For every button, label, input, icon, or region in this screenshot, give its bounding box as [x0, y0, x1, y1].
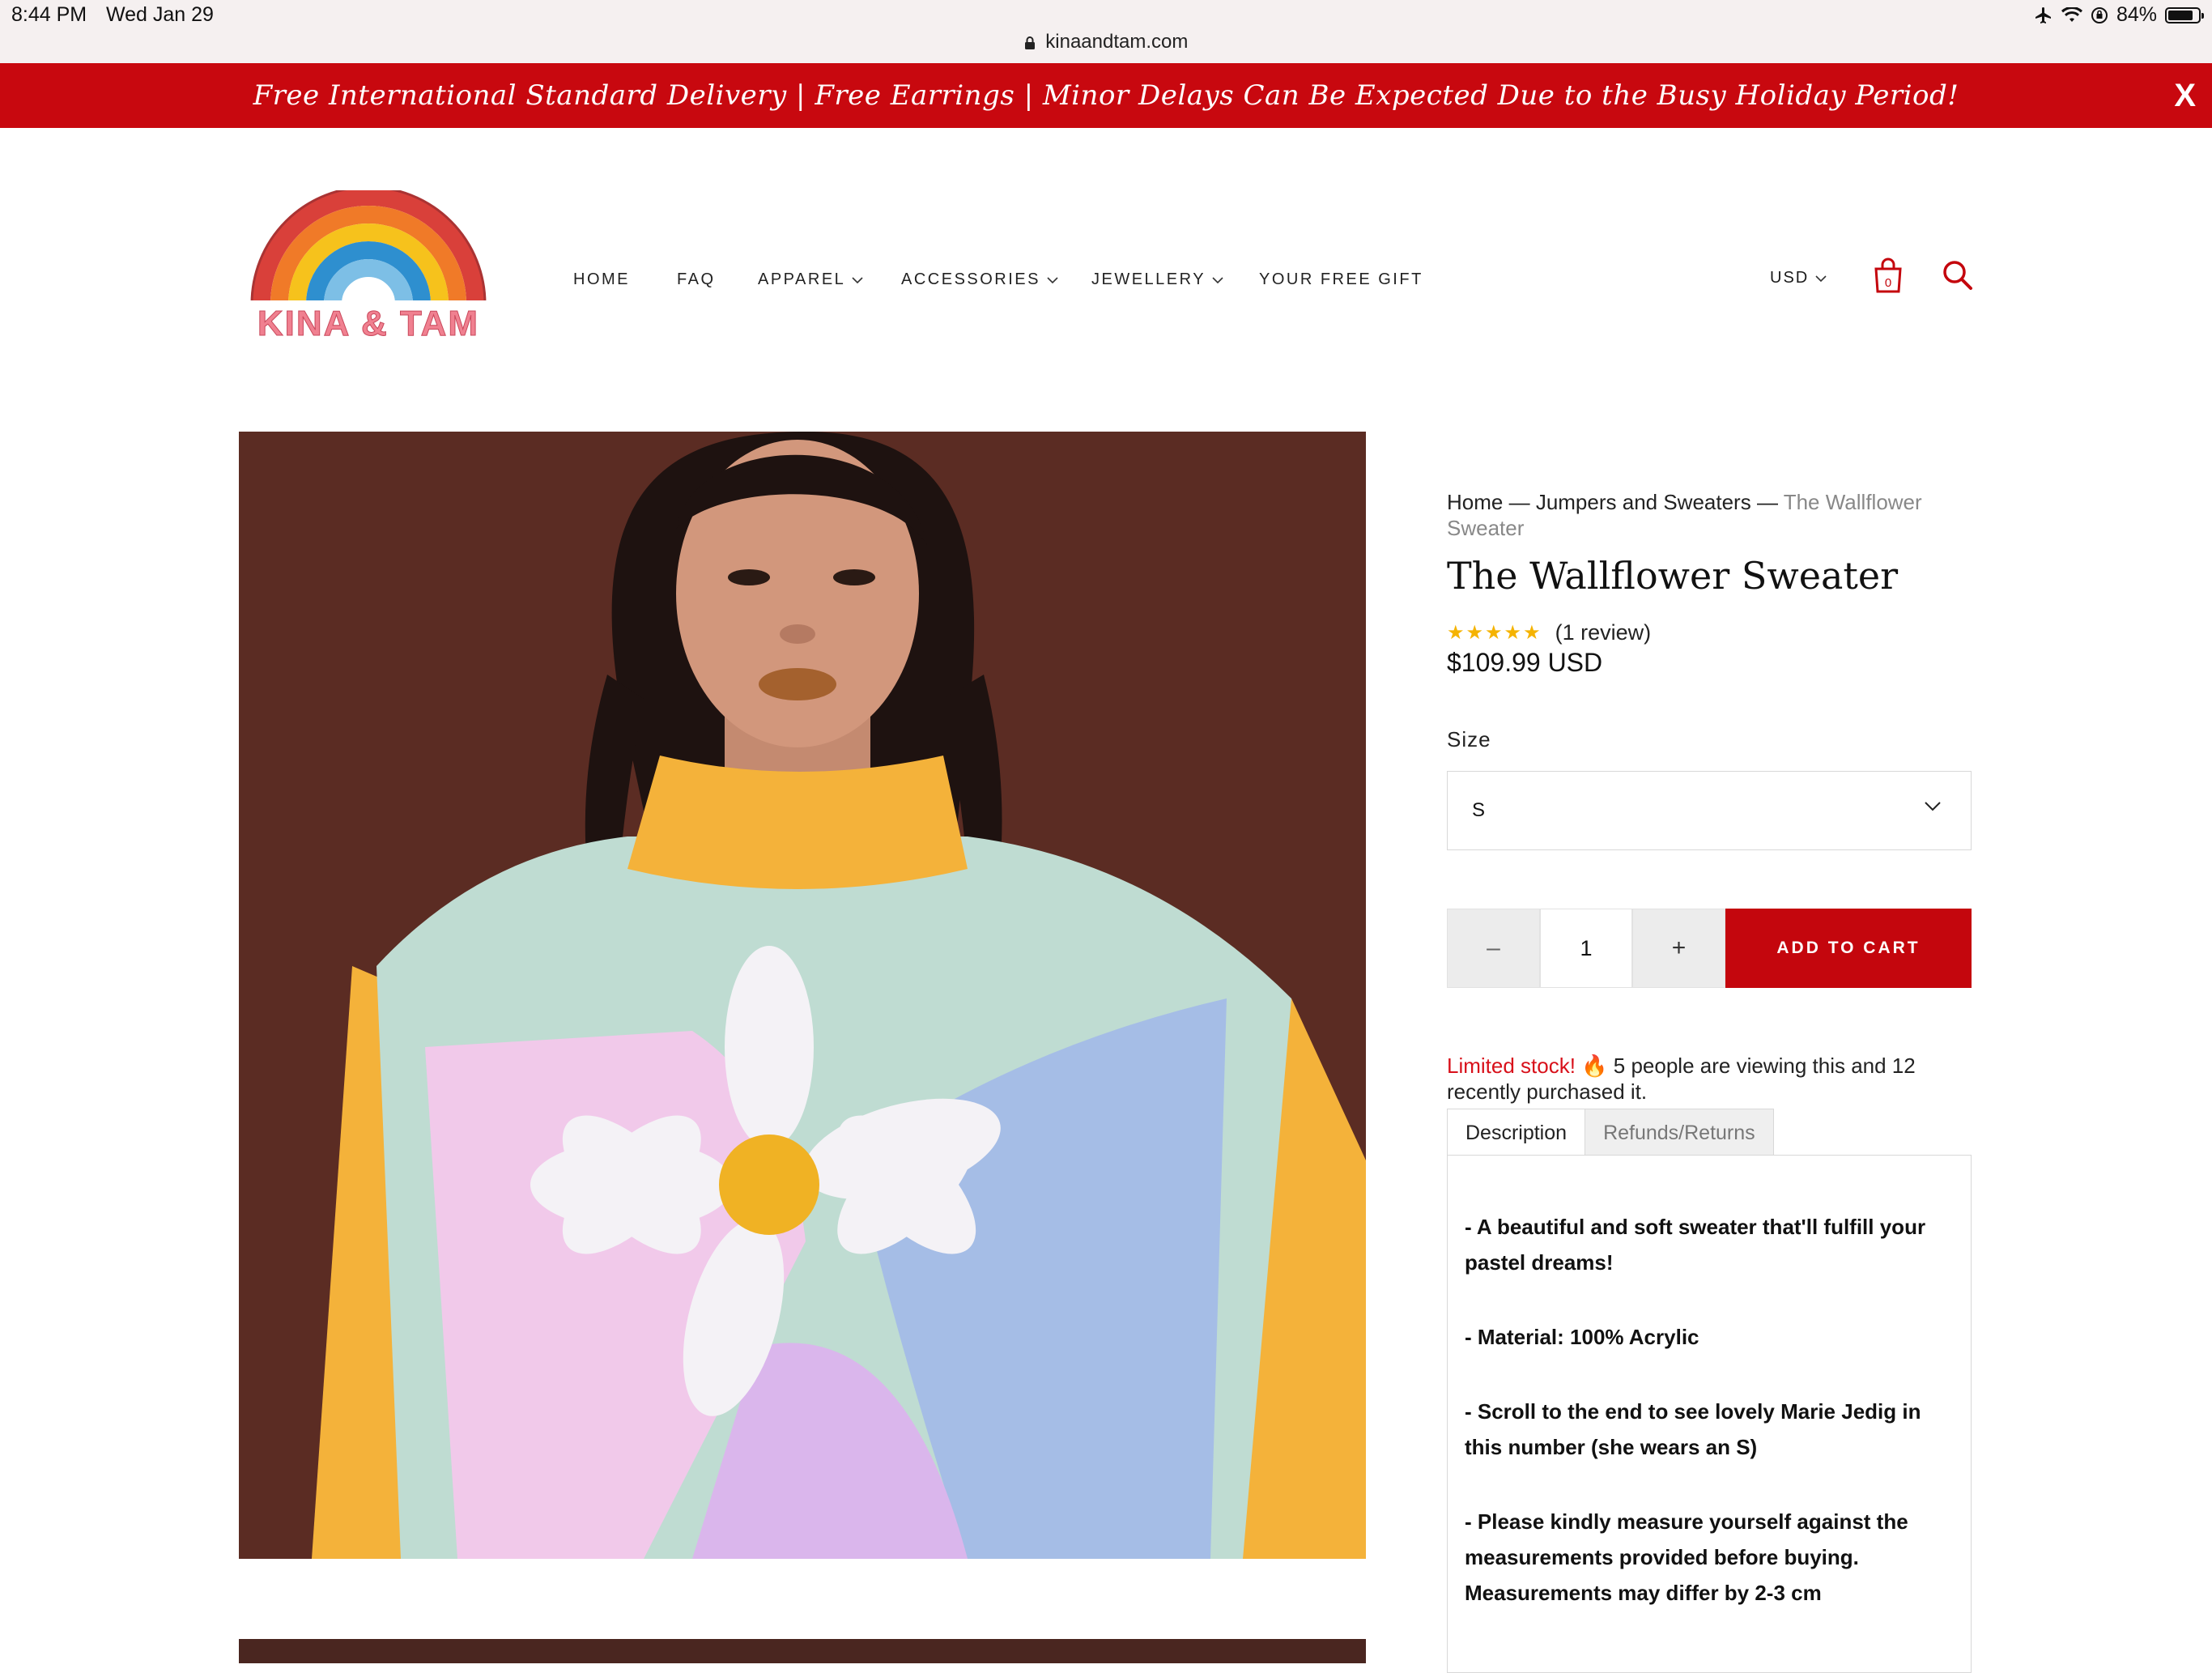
- description-line: - Scroll to the end to see lovely Marie …: [1465, 1399, 1921, 1459]
- breadcrumb-separator: —: [1503, 490, 1536, 514]
- breadcrumb-home[interactable]: Home: [1447, 490, 1503, 514]
- add-to-cart-button[interactable]: ADD TO CART: [1725, 909, 1972, 988]
- promo-close-button[interactable]: X: [2174, 63, 2196, 128]
- description-line: - A beautiful and soft sweater that'll f…: [1465, 1215, 1926, 1275]
- nav-jewellery[interactable]: JEWELLERY: [1091, 270, 1223, 289]
- site-logo[interactable]: KINA & TAM: [247, 190, 490, 352]
- nav-faq[interactable]: FAQ: [677, 270, 716, 289]
- breadcrumb-category[interactable]: Jumpers and Sweaters: [1536, 490, 1751, 514]
- nav-home-label: HOME: [573, 270, 630, 288]
- product-rating[interactable]: ★★★★★ (1 review): [1447, 620, 1651, 645]
- url-text: kinaandtam.com: [1045, 31, 1189, 53]
- size-select[interactable]: S: [1447, 771, 1972, 850]
- review-count[interactable]: (1 review): [1555, 620, 1652, 645]
- description-panel: - A beautiful and soft sweater that'll f…: [1447, 1155, 1972, 1673]
- chevron-down-icon: [1925, 802, 1941, 811]
- product-image[interactable]: [239, 432, 1366, 1559]
- breadcrumb: Home — Jumpers and Sweaters — The Wallfl…: [1447, 489, 1973, 541]
- quantity-input[interactable]: 1: [1540, 909, 1632, 988]
- product-image-2[interactable]: [239, 1639, 1366, 1663]
- battery-icon: [2165, 6, 2204, 23]
- wifi-icon: [2061, 6, 2082, 22]
- limited-stock-label: Limited stock!: [1447, 1054, 1576, 1078]
- orientation-lock-icon: [2091, 6, 2108, 23]
- nav-accessories-label: ACCESSORIES: [901, 270, 1040, 288]
- tab-description[interactable]: Description: [1447, 1109, 1586, 1156]
- product-tabs: Description Refunds/Returns: [1447, 1109, 1774, 1156]
- currency-selector[interactable]: USD: [1770, 269, 1827, 287]
- product-photo: [239, 432, 1366, 1559]
- battery-percent: 84%: [2116, 3, 2157, 26]
- description-line: - Please kindly measure yourself against…: [1465, 1509, 1908, 1605]
- promo-text: Free International Standard Delivery | F…: [253, 79, 1959, 112]
- status-icons: 84%: [2034, 3, 2204, 27]
- status-time: 8:44 PM: [11, 3, 87, 26]
- description-text: - A beautiful and soft sweater that'll f…: [1465, 1209, 1959, 1650]
- nav-jewellery-label: JEWELLERY: [1091, 270, 1206, 288]
- chevron-down-icon: [1212, 276, 1223, 283]
- fire-icon: 🔥: [1581, 1054, 1608, 1078]
- search-icon[interactable]: [1942, 259, 1974, 292]
- star-rating-icon: ★★★★★: [1447, 622, 1542, 644]
- nav-apparel-label: APPAREL: [758, 270, 846, 288]
- size-value: S: [1472, 799, 1486, 821]
- chevron-down-icon: [852, 276, 863, 283]
- address-bar[interactable]: kinaandtam.com: [0, 31, 2212, 53]
- nav-free-gift-label: YOUR FREE GIFT: [1259, 270, 1423, 288]
- nav-free-gift[interactable]: YOUR FREE GIFT: [1259, 270, 1423, 289]
- nav-faq-label: FAQ: [677, 270, 716, 288]
- tab-refunds-returns[interactable]: Refunds/Returns: [1585, 1109, 1774, 1156]
- product-price: $109.99 USD: [1447, 648, 1603, 677]
- currency-label: USD: [1770, 269, 1810, 287]
- lock-icon: [1024, 36, 1035, 49]
- rainbow-logo-icon: [247, 190, 490, 312]
- chevron-down-icon: [1815, 275, 1827, 282]
- quantity-increase-button[interactable]: +: [1632, 909, 1725, 988]
- nav-home[interactable]: HOME: [573, 270, 630, 289]
- quantity-decrease-button[interactable]: –: [1447, 909, 1540, 988]
- cart-count: 0: [1885, 276, 1891, 290]
- product-title: The Wallflower Sweater: [1447, 554, 1899, 598]
- chevron-down-icon: [1047, 276, 1058, 283]
- nav-accessories[interactable]: ACCESSORIES: [901, 270, 1058, 289]
- status-date: Wed Jan 29: [106, 3, 214, 26]
- description-line: - Material: 100% Acrylic: [1465, 1325, 1699, 1349]
- breadcrumb-separator: —: [1750, 490, 1784, 514]
- logo-text: KINA & TAM: [257, 304, 480, 344]
- size-label: Size: [1447, 727, 1491, 751]
- promo-banner: Free International Standard Delivery | F…: [0, 63, 2212, 128]
- nav-apparel[interactable]: APPAREL: [758, 270, 863, 289]
- status-bar: 8:44 PM Wed Jan 29 84% kinaandtam.com: [0, 0, 2212, 63]
- airplane-icon: [2035, 6, 2051, 23]
- cart-bag-icon[interactable]: 0: [1873, 258, 1904, 293]
- stock-notice: Limited stock! 🔥 5 people are viewing th…: [1447, 1053, 1981, 1105]
